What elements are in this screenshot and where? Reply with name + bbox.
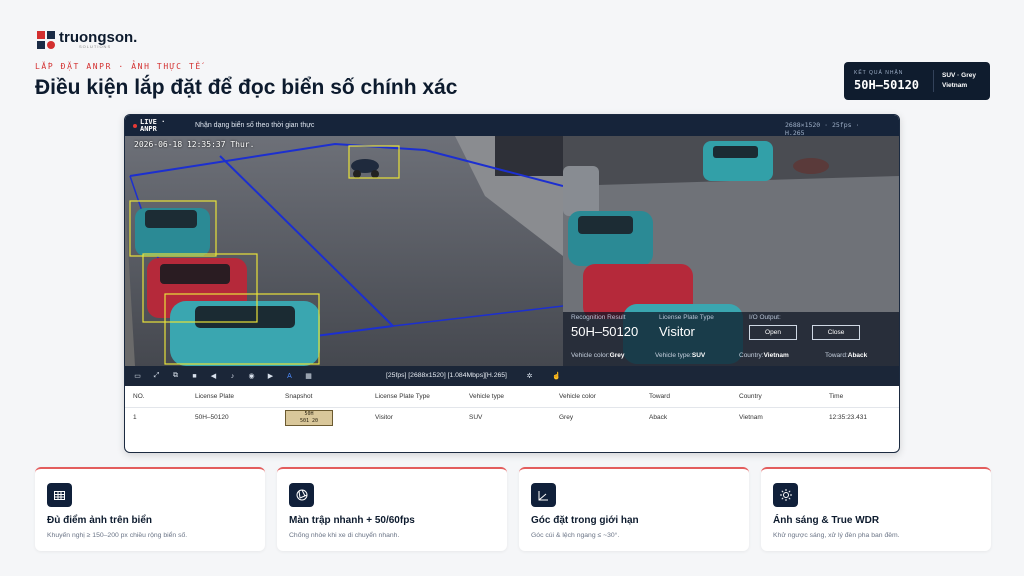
- column-header: Country: [739, 386, 829, 408]
- microphone-icon[interactable]: ♪: [228, 372, 237, 381]
- plate-snapshot: 50H 501 20: [285, 409, 333, 426]
- open-button[interactable]: Open: [749, 325, 797, 340]
- card-title: Màn trập nhanh + 50/60fps: [289, 515, 415, 526]
- table-row[interactable]: 1 50H–50120 50H 501 20 Visitor SUV Grey A…: [125, 407, 899, 428]
- fullscreen-icon[interactable]: ⤢: [152, 372, 161, 381]
- result-line1: SUV · Grey: [942, 72, 976, 80]
- cell-toward: Aback: [649, 414, 668, 422]
- io-output-label: I/O Output:: [749, 314, 781, 321]
- recognition-overlay: Recognition Result 50H–50120 License Pla…: [563, 312, 899, 366]
- screen-switch-icon[interactable]: ⧉: [171, 372, 180, 381]
- table-header-row: NO. License Plate Snapshot License Plate…: [125, 386, 899, 408]
- card-title: Ánh sáng & True WDR: [773, 515, 880, 526]
- car-grey-right: [563, 166, 599, 216]
- vehicle-color-info: Vehicle color:Grey: [571, 352, 625, 359]
- recognition-label: Recognition Result: [571, 314, 626, 321]
- brand-logo: truongson. SOLUTIONS: [37, 30, 137, 49]
- pointer-icon[interactable]: ☝: [552, 371, 561, 380]
- results-table: NO. License Plate Snapshot License Plate…: [125, 386, 899, 428]
- feature-card-pixels: Đủ điểm ảnh trên biển Khuyến nghị ≥ 150–…: [35, 467, 265, 551]
- eyebrow: LẮP ĐẶT ANPR · ẢNH THỰC TẾ: [35, 62, 202, 71]
- car-teal-2: [170, 301, 320, 366]
- cell-no: 1: [133, 414, 137, 422]
- column-header: Toward: [649, 386, 739, 408]
- close-button[interactable]: Close: [812, 325, 860, 340]
- card-desc: Khử ngược sáng, xử lý đèn pha ban đêm.: [773, 532, 900, 539]
- sun-icon: [773, 483, 798, 507]
- card-title: Đủ điểm ảnh trên biển: [47, 515, 153, 526]
- angle-icon: [531, 483, 556, 507]
- live-dot-icon: [133, 123, 137, 128]
- brand-sub: SOLUTIONS: [79, 44, 112, 49]
- anpr-window: LIVE · ANPR Nhận dạng biển số theo thời …: [124, 114, 900, 453]
- camera-view-right[interactable]: Recognition Result 50H–50120 License Pla…: [563, 136, 899, 366]
- camera-icon[interactable]: ◉: [247, 372, 256, 381]
- feature-cards: Đủ điểm ảnh trên biển Khuyến nghị ≥ 150–…: [35, 467, 991, 551]
- result-card: KẾT QUẢ NHẬN 50H–50120 SUV · Grey Vietna…: [844, 62, 990, 100]
- video-timestamp: 2026-06-18 12:35:37 Thur.: [134, 140, 255, 149]
- brand-name: truongson.: [59, 29, 138, 46]
- cell-color: Grey: [559, 414, 574, 422]
- window-titlebar: LIVE · ANPR Nhận dạng biển số theo thời …: [125, 115, 899, 137]
- car-teal-right-top: [703, 141, 773, 181]
- recognition-value: 50H–50120: [571, 324, 639, 339]
- feature-card-light: Ánh sáng & True WDR Khử ngược sáng, xử l…: [761, 467, 991, 551]
- cell-country: Vietnam: [739, 414, 763, 422]
- result-line2: Vietnam: [942, 82, 968, 89]
- column-header: Vehicle type: [469, 386, 559, 408]
- feature-card-shutter: Màn trập nhanh + 50/60fps Chống nhòe khi…: [277, 467, 507, 551]
- cell-vehicle: SUV: [469, 414, 483, 422]
- toward-info: Toward:Aback: [825, 352, 868, 359]
- feature-card-angle: Góc đặt trong giới hạn Góc cúi & lệch ng…: [519, 467, 749, 551]
- card-desc: Chống nhòe khi xe di chuyển nhanh.: [289, 532, 400, 539]
- camera-scene-left: [125, 136, 563, 366]
- column-header: NO.: [125, 386, 195, 408]
- column-header: Snapshot: [285, 386, 375, 408]
- plate-type-value: Visitor: [659, 324, 695, 339]
- page-title: Điều kiện lắp đặt để đọc biển số chính x…: [35, 76, 458, 99]
- stop-icon[interactable]: ■: [190, 372, 199, 381]
- video-toolbar: ▭ ⤢ ⧉ ■ ◀ ♪ ◉ ▶ A ▦ [25fps] [2688x1520] …: [125, 366, 899, 386]
- stream-stats: [25fps] [2688x1520] [1.084Mbps][H.265]: [386, 372, 507, 379]
- camera-view-left[interactable]: 2026-06-18 12:35:37 Thur.: [125, 136, 563, 366]
- vehicle-type-info: Vehicle type:SUV: [655, 352, 706, 359]
- country-info: Country:Vietnam: [739, 352, 789, 359]
- window-layout-icon[interactable]: ▭: [133, 372, 142, 381]
- column-header: Time: [829, 386, 899, 408]
- grid-view-icon[interactable]: ▦: [304, 372, 313, 381]
- card-desc: Góc cúi & lệch ngang ≤ ~30°.: [531, 532, 620, 539]
- result-plate: 50H–50120: [854, 78, 920, 92]
- motorbike-right: [793, 158, 829, 174]
- record-icon[interactable]: ▶: [266, 372, 275, 381]
- shutter-icon: [289, 483, 314, 507]
- result-label: KẾT QUẢ NHẬN: [854, 70, 904, 76]
- window-caption: Nhận dạng biển số theo thời gian thực: [195, 122, 315, 129]
- cell-snapshot[interactable]: 50H 501 20: [285, 407, 375, 428]
- cell-time: 12:35:23.431: [829, 414, 867, 422]
- video-area: 2026-06-18 12:35:37 Thur. Recognition Re…: [125, 136, 899, 366]
- card-desc: Khuyến nghị ≥ 150–200 px chiều rộng biển…: [47, 532, 188, 539]
- column-header: License Plate: [195, 386, 285, 408]
- mute-icon[interactable]: ◀: [209, 372, 218, 381]
- cell-plate: 50H–50120: [195, 414, 229, 422]
- column-header: Vehicle color: [559, 386, 649, 408]
- car-teal-right-1: [568, 211, 653, 266]
- grid-icon: [47, 483, 72, 507]
- live-label-2: ANPR: [140, 124, 157, 133]
- ai-icon[interactable]: A: [285, 372, 294, 381]
- logo-mark-icon: [37, 30, 55, 49]
- cell-type: Visitor: [375, 414, 393, 422]
- card-title: Góc đặt trong giới hạn: [531, 515, 639, 526]
- car-teal-1: [135, 208, 210, 256]
- settings-icon[interactable]: ✲: [525, 371, 534, 380]
- live-indicator: LIVE · ANPR: [133, 118, 195, 133]
- plate-type-label: License Plate Type: [659, 314, 714, 321]
- column-header: License Plate Type: [375, 386, 469, 408]
